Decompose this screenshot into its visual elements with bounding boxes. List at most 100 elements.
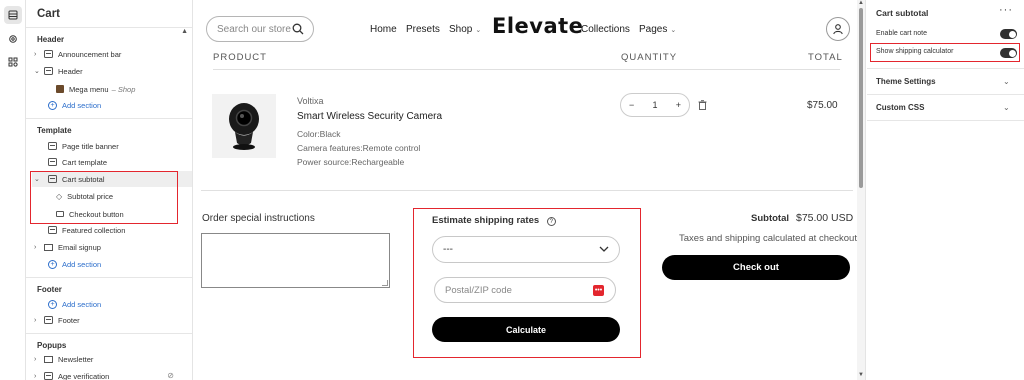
account-button[interactable] [826,17,850,41]
chevron-down-icon[interactable]: ⌄ [1003,77,1010,86]
block-label: Mega menu [69,84,109,94]
store-logo[interactable]: Elevate [492,14,583,38]
divider [867,94,1024,95]
group-template-label: Template [37,126,72,135]
line-price: $75.00 [807,100,838,111]
product-power: Power source:Rechargeable [297,157,405,167]
mail-icon [44,355,53,363]
panel-title: Cart [37,8,61,20]
chevron-right-icon: › [34,355,37,363]
divider [201,190,853,191]
section-featured-collection[interactable]: Featured collection [48,222,125,238]
section-cart-template[interactable]: Cart template [48,154,107,170]
column-product: PRODUCT [213,52,267,63]
plus-circle-icon: + [48,100,57,110]
chevron-right-icon: › [34,50,37,58]
search-placeholder: Search our store [217,23,291,35]
add-section-template[interactable]: + Add section [48,256,101,272]
instructions-textarea[interactable] [201,233,390,288]
nav-collections[interactable]: Collections [581,24,630,35]
block-mega-menu[interactable]: Mega menu – Shop [56,81,135,97]
scroll-up-icon[interactable]: ▲ [181,28,188,35]
search-input[interactable]: Search our store [206,16,314,42]
instructions-label: Order special instructions [202,213,315,224]
add-section-header[interactable]: + Add section [48,97,101,113]
section-icon [44,50,53,58]
block-suffix: – Shop [111,84,136,94]
section-label: Newsletter [58,354,94,364]
scrollbar-thumb[interactable] [859,8,863,188]
checkout-button[interactable]: Check out [662,255,850,280]
preview-scrollbar[interactable]: ▲ ▼ [857,0,865,380]
section-newsletter[interactable]: › Newsletter [34,351,93,367]
divider [26,277,192,278]
chevron-down-icon[interactable]: ⌄ [1003,103,1010,112]
section-label: Cart template [62,157,108,167]
plus-icon[interactable]: + [676,100,681,110]
section-icon [48,158,57,166]
settings-title: Cart subtotal [876,8,929,18]
minus-icon[interactable]: − [629,100,634,110]
scroll-up-icon[interactable]: ▲ [858,0,864,6]
search-icon[interactable] [292,23,304,38]
section-page-title-banner[interactable]: Page title banner [48,138,119,154]
product-vendor: Voltixa [297,96,324,106]
section-icon [44,372,53,380]
enable-cart-note-toggle[interactable] [1000,29,1017,39]
product-name[interactable]: Smart Wireless Security Camera [297,111,442,122]
plus-circle-icon: + [48,299,57,309]
tax-note: Taxes and shipping calculated at checkou… [679,233,857,244]
enable-cart-note-label: Enable cart note [876,30,927,37]
icon-rail [0,0,26,380]
nav-pages[interactable]: Pages ⌄ [639,24,676,35]
apps-icon[interactable] [4,53,22,71]
column-total: TOTAL [808,52,843,63]
chevron-right-icon: › [34,243,37,251]
mail-icon [44,243,53,251]
section-email-signup[interactable]: › Email signup [34,239,101,255]
quantity-value[interactable]: 1 [652,100,657,110]
chevron-right-icon: › [34,316,37,324]
chevron-down-icon: ⌄ [34,68,40,75]
image-icon [56,85,64,93]
group-footer-label: Footer [37,285,62,294]
nav-presets[interactable]: Presets [406,24,440,35]
subtotal-label: Subtotal [751,213,789,224]
section-icon [48,142,57,150]
section-label: Email signup [58,242,101,252]
product-features: Camera features:Remote control [297,143,421,153]
scroll-down-icon[interactable]: ▼ [858,372,864,378]
group-header-label: Header [37,35,65,44]
section-label: Announcement bar [58,49,122,59]
trash-icon[interactable] [698,100,707,113]
theme-settings-label[interactable]: Theme Settings [876,77,936,86]
product-color: Color:Black [297,129,341,139]
section-icon [48,226,57,234]
section-header[interactable]: ⌄ Header [34,63,83,79]
eye-hidden-icon[interactable]: ⊘ [167,371,174,380]
section-icon [44,316,53,324]
highlight-box [30,171,178,224]
chevron-down-icon: ⌄ [475,27,482,34]
product-image[interactable] [212,94,276,158]
highlight-box [413,208,641,358]
nav-shop-label: Shop [449,24,473,35]
nav-home[interactable]: Home [370,24,397,35]
gear-icon[interactable] [4,30,22,48]
section-announcement-bar[interactable]: › Announcement bar [34,46,121,62]
divider [213,69,840,70]
section-footer[interactable]: › Footer [34,312,80,328]
divider [867,68,1024,69]
add-section-label: Add section [62,259,102,269]
quantity-stepper[interactable]: − 1 + [620,93,690,117]
chevron-right-icon: › [34,372,37,380]
more-options-icon[interactable]: ··· [999,4,1013,16]
add-section-footer[interactable]: + Add section [48,296,101,312]
section-label: Header [58,66,83,76]
section-label: Age verification [58,371,110,380]
sections-icon[interactable] [4,6,22,24]
custom-css-label[interactable]: Custom CSS [876,103,924,112]
divider [26,27,192,28]
section-age-verification[interactable]: › Age verification [34,368,109,380]
nav-shop[interactable]: Shop ⌄ [449,24,481,35]
